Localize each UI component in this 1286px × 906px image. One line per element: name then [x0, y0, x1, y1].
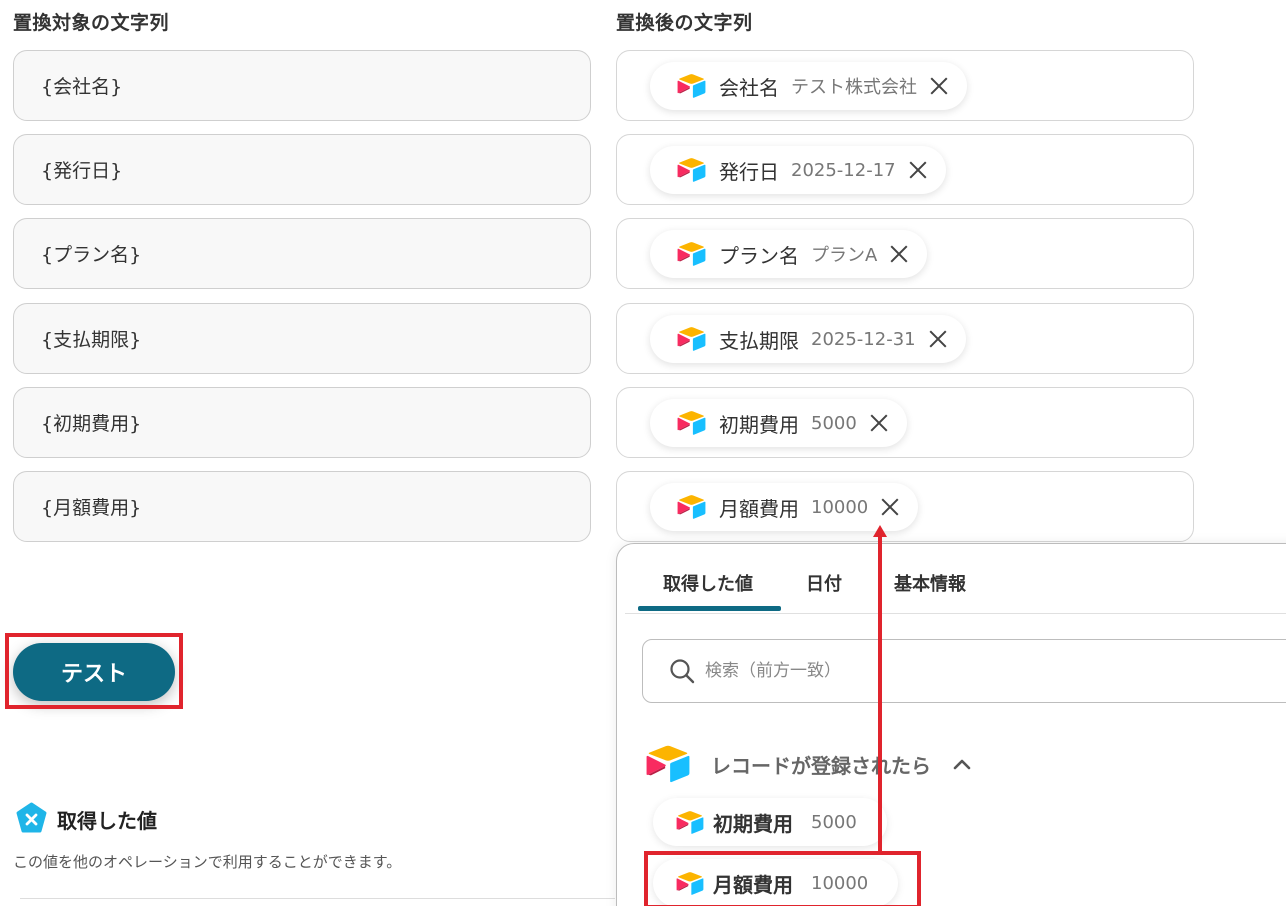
- source-field-monthly-fee[interactable]: {月額費用}: [13, 471, 591, 542]
- airtable-icon: [676, 494, 707, 520]
- source-field-text: {会社名}: [41, 76, 123, 98]
- value-chip[interactable]: 会社名 テスト株式会社: [650, 62, 967, 110]
- target-field-company[interactable]: 会社名 テスト株式会社: [616, 50, 1194, 121]
- output-section-description: この値を他のオペレーションで利用することができます。: [13, 853, 402, 871]
- value-chip[interactable]: プラン名 プランA: [650, 230, 928, 278]
- chip-value: 2025-12-17: [791, 159, 896, 181]
- divider: [20, 898, 615, 899]
- chip-name: プラン名: [719, 243, 799, 268]
- airtable-icon: [676, 157, 707, 183]
- chip-name: 支払期限: [719, 328, 799, 353]
- source-field-initial-fee[interactable]: {初期費用}: [13, 387, 591, 458]
- selected-item-highlight: [644, 851, 921, 906]
- chip-value: 5000: [811, 412, 857, 434]
- airtable-icon: [676, 326, 707, 352]
- source-field-due-date[interactable]: {支払期限}: [13, 303, 591, 374]
- source-field-plan-name[interactable]: {プラン名}: [13, 218, 591, 289]
- airtable-icon: [645, 744, 691, 784]
- target-field-monthly-fee[interactable]: 月額費用 10000: [616, 471, 1194, 542]
- airtable-icon: [676, 410, 707, 436]
- target-field-due-date[interactable]: 支払期限 2025-12-31: [616, 303, 1194, 374]
- source-column-header: 置換対象の文字列: [13, 12, 170, 34]
- chip-name: 発行日: [719, 159, 779, 184]
- tab-retrieved-values[interactable]: 取得した値: [663, 570, 753, 596]
- chevron-up-icon[interactable]: [951, 753, 973, 775]
- close-icon[interactable]: [908, 160, 928, 180]
- value-chip[interactable]: 支払期限 2025-12-31: [650, 315, 966, 363]
- source-field-text: {支払期限}: [41, 329, 142, 351]
- source-field-issue-date[interactable]: {発行日}: [13, 134, 591, 205]
- value-item-name: 初期費用: [713, 811, 793, 836]
- chip-value: プランA: [811, 245, 878, 266]
- search-field[interactable]: [642, 639, 1286, 703]
- active-tab-indicator: [638, 606, 781, 611]
- annotation-arrow-head: [873, 525, 887, 537]
- source-field-text: {発行日}: [41, 160, 123, 182]
- search-icon: [670, 659, 695, 684]
- chip-value: 2025-12-31: [811, 328, 916, 350]
- test-button-highlight: [5, 633, 183, 709]
- value-chip[interactable]: 発行日 2025-12-17: [650, 146, 946, 194]
- annotation-arrow-line: [878, 535, 882, 853]
- chip-name: 会社名: [719, 75, 779, 100]
- close-icon[interactable]: [880, 497, 900, 517]
- chip-value: 10000: [811, 496, 869, 518]
- source-field-text: {月額費用}: [41, 497, 142, 519]
- value-chip[interactable]: 初期費用 5000: [650, 399, 907, 447]
- record-group-header[interactable]: レコードが登録されたら: [645, 744, 973, 784]
- source-field-text: {初期費用}: [41, 413, 142, 435]
- tab-basic-info[interactable]: 基本情報: [894, 570, 966, 596]
- target-field-initial-fee[interactable]: 初期費用 5000: [616, 387, 1194, 458]
- value-item[interactable]: 初期費用 5000: [653, 798, 887, 846]
- output-section-title: 取得した値: [57, 809, 157, 833]
- output-values-icon: [16, 802, 47, 833]
- close-icon[interactable]: [929, 76, 949, 96]
- chip-name: 初期費用: [719, 412, 799, 437]
- target-column-header: 置換後の文字列: [616, 12, 753, 34]
- airtable-icon: [676, 241, 707, 267]
- airtable-icon: [675, 810, 705, 835]
- target-field-plan-name[interactable]: プラン名 プランA: [616, 218, 1194, 289]
- close-icon[interactable]: [928, 329, 948, 349]
- search-input[interactable]: [705, 661, 1105, 681]
- target-field-issue-date[interactable]: 発行日 2025-12-17: [616, 134, 1194, 205]
- tab-divider: [625, 613, 1286, 614]
- airtable-icon: [676, 73, 707, 99]
- close-icon[interactable]: [869, 413, 889, 433]
- source-field-company[interactable]: {会社名}: [13, 50, 591, 121]
- value-chip[interactable]: 月額費用 10000: [650, 483, 919, 531]
- tab-date[interactable]: 日付: [806, 570, 842, 596]
- group-name: レコードが登録されたら: [711, 753, 931, 778]
- source-field-text: {プラン名}: [41, 244, 142, 266]
- chip-value: テスト株式会社: [791, 77, 917, 98]
- value-item-value: 5000: [811, 811, 857, 833]
- chip-name: 月額費用: [719, 496, 799, 521]
- close-icon[interactable]: [889, 244, 909, 264]
